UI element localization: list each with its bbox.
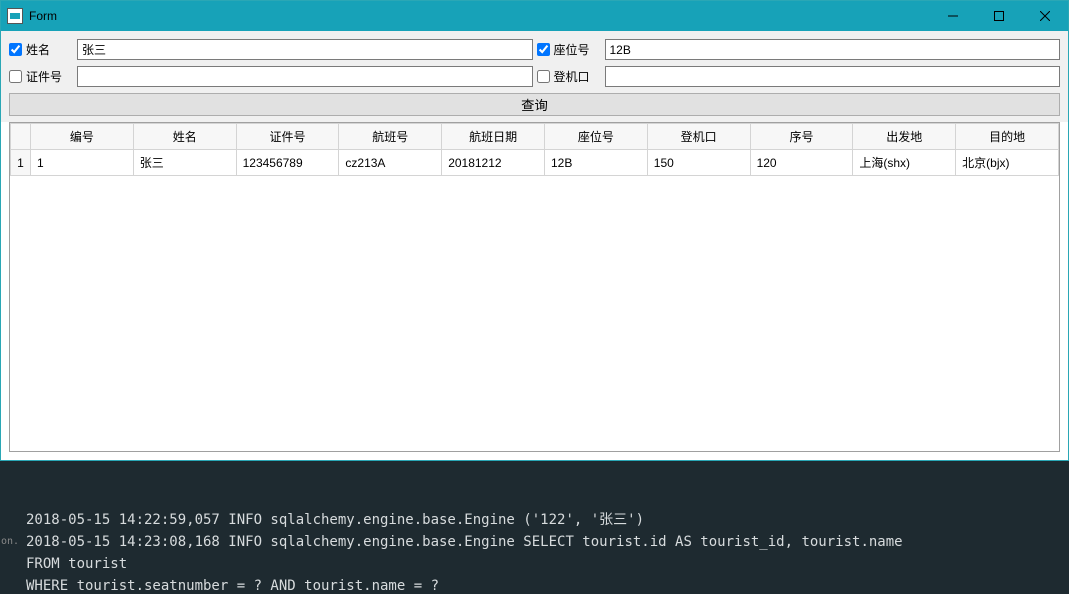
name-check-cell: 姓名 xyxy=(9,41,73,58)
filter-row-1: 姓名 座位号 xyxy=(9,39,1060,60)
col-gate[interactable]: 登机口 xyxy=(647,124,750,150)
name-label: 姓名 xyxy=(26,41,50,58)
cell-name[interactable]: 张三 xyxy=(133,150,236,176)
cell-seq[interactable]: 120 xyxy=(750,150,853,176)
minimize-icon xyxy=(948,11,958,21)
col-seat[interactable]: 座位号 xyxy=(544,124,647,150)
idcard-check-cell: 证件号 xyxy=(9,68,73,85)
filter-panel: 姓名 座位号 证件号 登机口 查询 xyxy=(1,31,1068,122)
name-input[interactable] xyxy=(77,39,533,60)
window-title: Form xyxy=(29,9,57,23)
terminal-gutter: on. xyxy=(0,461,20,594)
gate-input[interactable] xyxy=(605,66,1061,87)
terminal-output[interactable]: on. 2018-05-15 14:22:59,057 INFO sqlalch… xyxy=(0,461,1069,594)
idcard-checkbox[interactable] xyxy=(9,70,22,83)
seat-label: 座位号 xyxy=(554,41,590,58)
col-id[interactable]: 编号 xyxy=(31,124,134,150)
idcard-label: 证件号 xyxy=(26,68,62,85)
gate-check-cell: 登机口 xyxy=(537,68,601,85)
maximize-button[interactable] xyxy=(976,1,1022,31)
table-header-row: 编号 姓名 证件号 航班号 航班日期 座位号 登机口 序号 出发地 目的地 xyxy=(11,124,1059,150)
cell-idcard[interactable]: 123456789 xyxy=(236,150,339,176)
results-grid[interactable]: 编号 姓名 证件号 航班号 航班日期 座位号 登机口 序号 出发地 目的地 1 … xyxy=(9,122,1060,452)
terminal-line: 2018-05-15 14:22:59,057 INFO sqlalchemy.… xyxy=(26,512,644,528)
cell-flight[interactable]: cz213A xyxy=(339,150,442,176)
seat-checkbox[interactable] xyxy=(537,43,550,56)
col-to[interactable]: 目的地 xyxy=(956,124,1059,150)
name-checkbox[interactable] xyxy=(9,43,22,56)
cell-to[interactable]: 北京(bjx) xyxy=(956,150,1059,176)
terminal-line: 2018-05-15 14:23:08,168 INFO sqlalchemy.… xyxy=(26,534,903,550)
seat-input[interactable] xyxy=(605,39,1061,60)
col-date[interactable]: 航班日期 xyxy=(442,124,545,150)
query-button[interactable]: 查询 xyxy=(9,93,1060,116)
row-header-blank xyxy=(11,124,31,150)
close-icon xyxy=(1040,11,1050,21)
app-window: Form 姓名 座位号 证件号 xyxy=(0,0,1069,461)
gate-label: 登机口 xyxy=(554,68,590,85)
cell-id[interactable]: 1 xyxy=(31,150,134,176)
cell-seat[interactable]: 12B xyxy=(544,150,647,176)
cell-gate[interactable]: 150 xyxy=(647,150,750,176)
terminal-line: WHERE tourist.seatnumber = ? AND tourist… xyxy=(26,578,439,594)
cell-date[interactable]: 20181212 xyxy=(442,150,545,176)
title-bar[interactable]: Form xyxy=(1,1,1068,31)
close-button[interactable] xyxy=(1022,1,1068,31)
gate-checkbox[interactable] xyxy=(537,70,550,83)
col-seq[interactable]: 序号 xyxy=(750,124,853,150)
idcard-input[interactable] xyxy=(77,66,533,87)
col-name[interactable]: 姓名 xyxy=(133,124,236,150)
minimize-button[interactable] xyxy=(930,1,976,31)
row-index: 1 xyxy=(11,150,31,176)
filter-row-2: 证件号 登机口 xyxy=(9,66,1060,87)
table-row[interactable]: 1 1 张三 123456789 cz213A 20181212 12B 150… xyxy=(11,150,1059,176)
seat-check-cell: 座位号 xyxy=(537,41,601,58)
col-idcard[interactable]: 证件号 xyxy=(236,124,339,150)
cell-from[interactable]: 上海(shx) xyxy=(853,150,956,176)
terminal-line: FROM tourist xyxy=(26,556,127,572)
results-table: 编号 姓名 证件号 航班号 航班日期 座位号 登机口 序号 出发地 目的地 1 … xyxy=(10,123,1059,176)
maximize-icon xyxy=(994,11,1004,21)
col-from[interactable]: 出发地 xyxy=(853,124,956,150)
app-icon xyxy=(7,8,23,24)
col-flight[interactable]: 航班号 xyxy=(339,124,442,150)
